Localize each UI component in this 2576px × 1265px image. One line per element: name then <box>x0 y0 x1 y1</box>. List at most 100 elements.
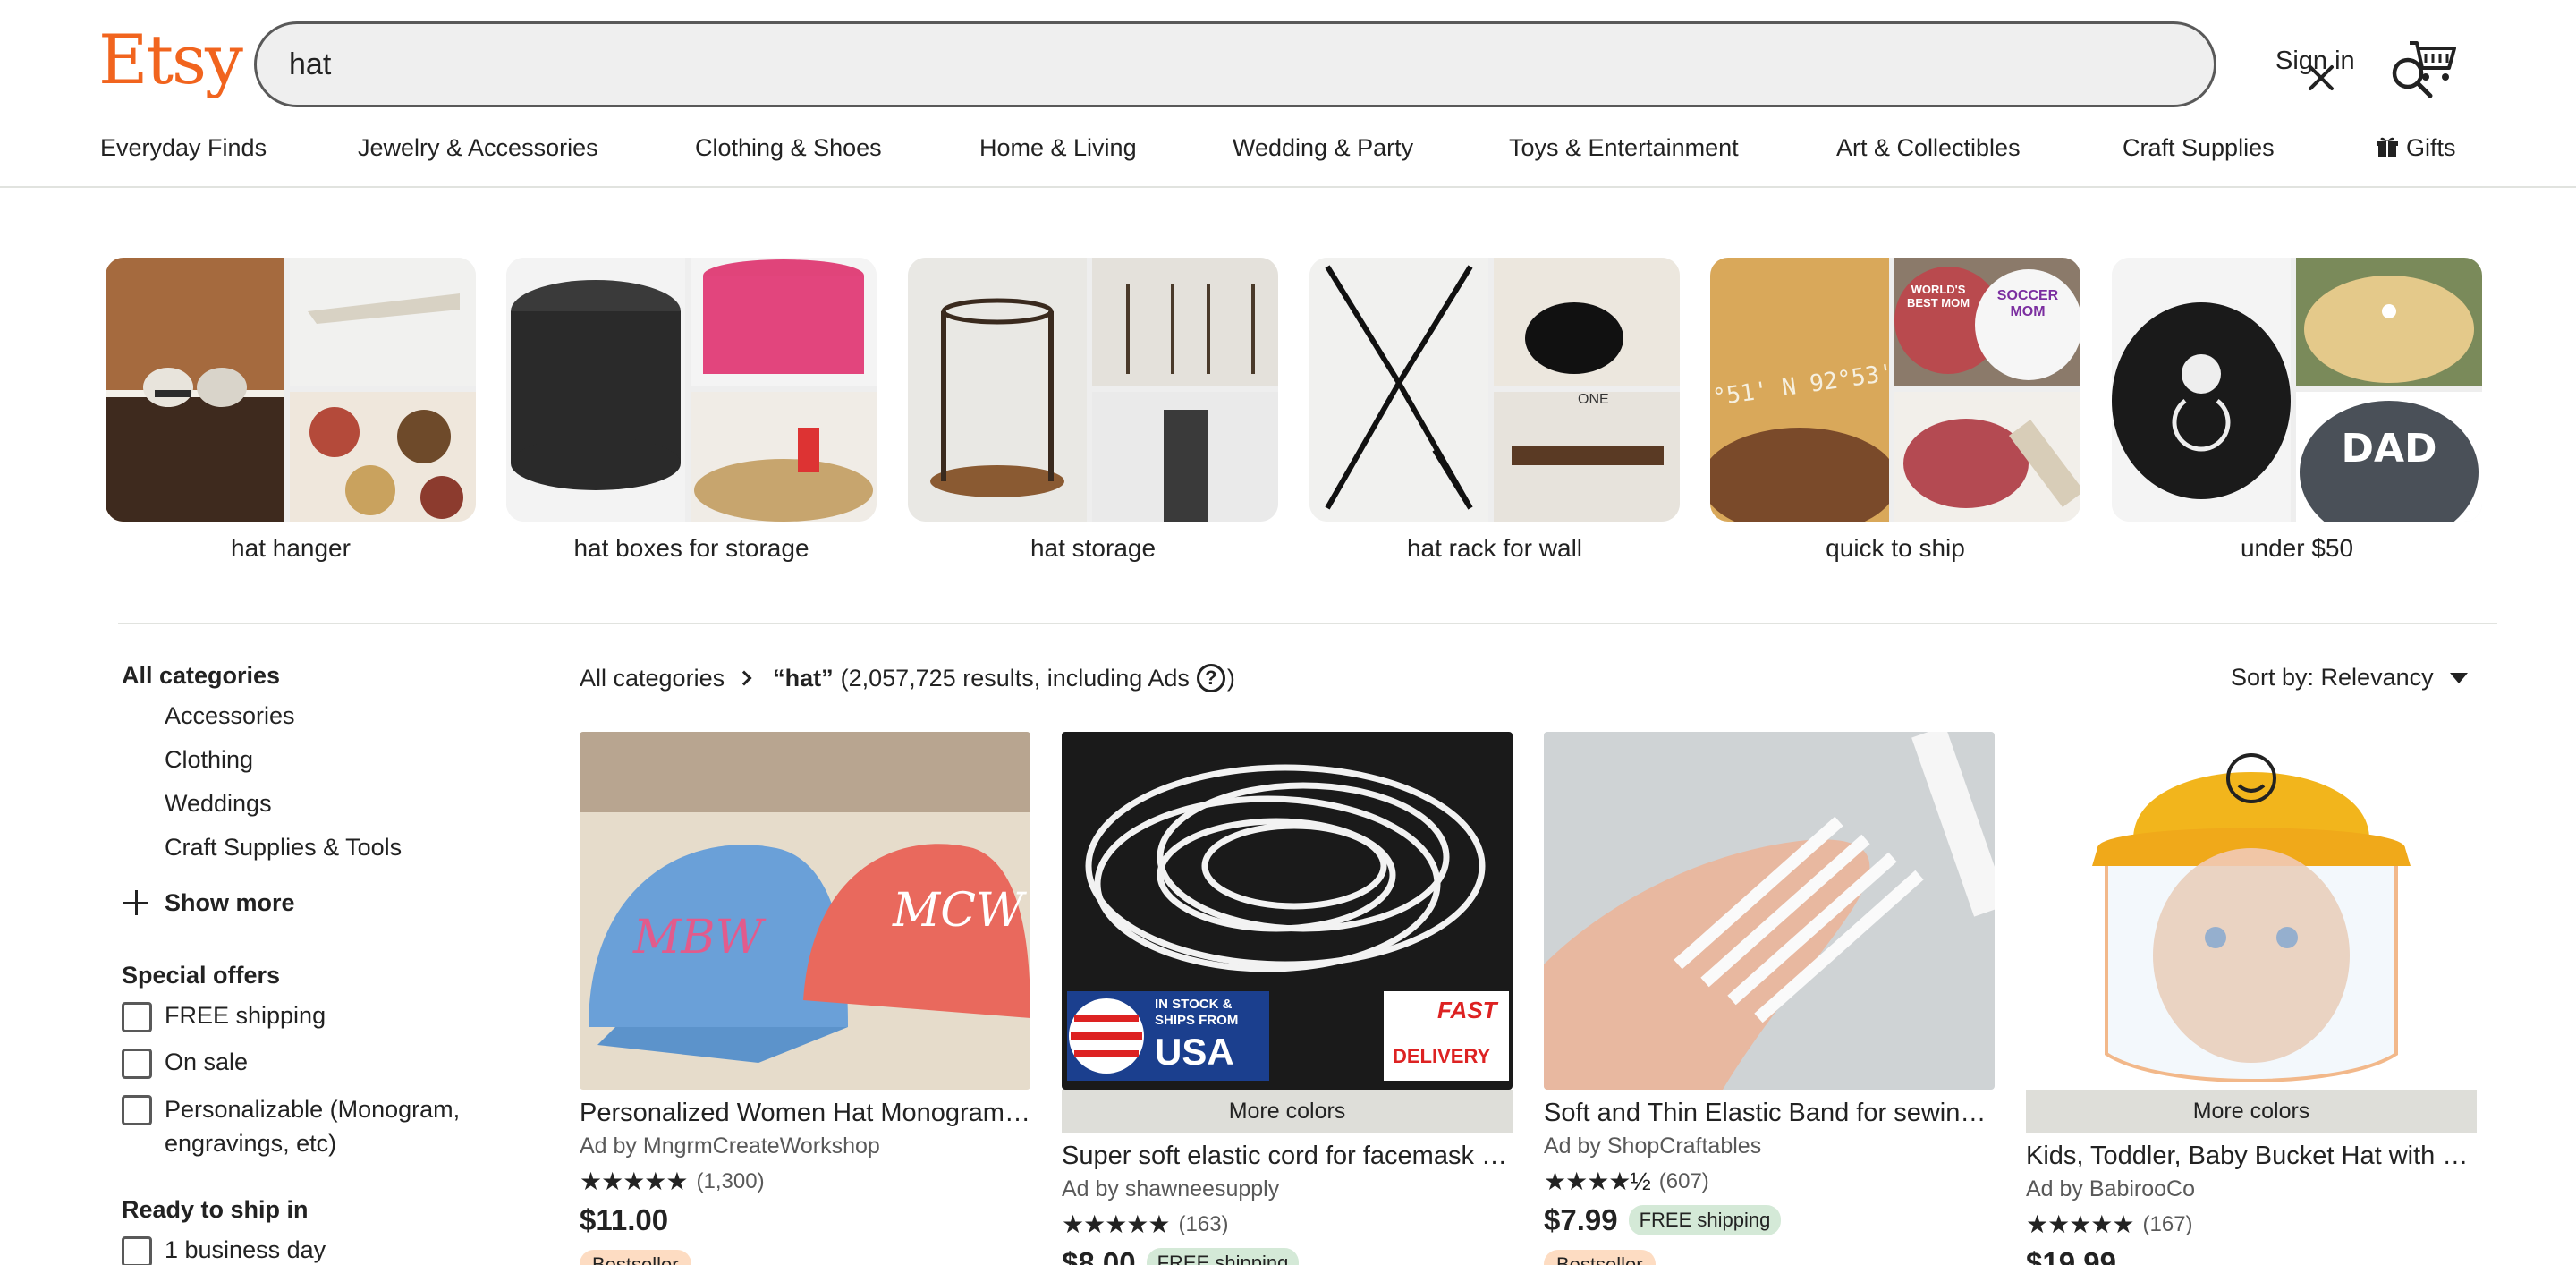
listing-card[interactable]: Soft and Thin Elastic Band for sewing fa… <box>1544 732 1995 1265</box>
listing-image[interactable] <box>1544 732 1995 1090</box>
listing-rating: ★★★★★ (1,300) <box>580 1167 1030 1196</box>
more-colors-label[interactable]: More colors <box>1062 1090 1513 1133</box>
nav-jewelry-accessories[interactable]: Jewelry & Accessories <box>358 134 598 162</box>
listing-title[interactable]: Soft and Thin Elastic Band for sewing fa… <box>1544 1099 1995 1128</box>
section-divider <box>118 623 2497 624</box>
tile-hat-rack[interactable]: ONE hat rack for wall <box>1309 258 1680 563</box>
cap-monogram-white: MCW <box>893 884 1024 938</box>
ready-to-ship-heading: Ready to ship in <box>122 1196 309 1223</box>
review-count: (167) <box>2142 1211 2193 1236</box>
listing-card[interactable]: IN STOCK & SHIPS FROM USA FAST DELIVERY … <box>1062 732 1513 1265</box>
nav-wedding-party[interactable]: Wedding & Party <box>1233 134 1413 162</box>
etsy-logo[interactable]: Etsy <box>98 20 243 99</box>
filter-personalizable[interactable]: Personalizable (Monogram, engravings, et… <box>122 1095 542 1160</box>
tile-hat-boxes[interactable]: hat boxes for storage <box>506 258 877 563</box>
cap-rack-photo <box>1494 258 1680 386</box>
nav-everyday-finds[interactable]: Everyday Finds <box>100 134 267 162</box>
more-colors-label[interactable]: More colors <box>2026 1090 2477 1133</box>
related-searches: hat hanger hat boxes for storage hat sto… <box>0 258 2576 580</box>
bestseller-badge: Bestseller <box>1544 1250 1656 1265</box>
mom-caps-photo <box>1894 258 2080 386</box>
star-rating-icon: ★★★★★ <box>2026 1210 2135 1238</box>
nav-toys-entertainment[interactable]: Toys & Entertainment <box>1509 134 1739 162</box>
sort-label: Sort by: Relevancy <box>2231 664 2434 691</box>
ponytail-cap-photo <box>1894 392 2080 522</box>
chevron-right-icon <box>736 670 752 686</box>
review-count: (163) <box>1178 1211 1229 1236</box>
nav-home-living[interactable]: Home & Living <box>979 134 1137 162</box>
mom-cap-text: WORLD'S BEST MOM <box>1906 283 1970 310</box>
sort-dropdown[interactable]: Sort by: Relevancy <box>2231 664 2468 692</box>
filter-label: FREE shipping <box>165 1002 326 1029</box>
cart-icon[interactable] <box>2408 38 2458 84</box>
box-label-text: ONE <box>1578 392 1609 407</box>
search-input[interactable]: hat <box>289 47 331 82</box>
listing-title[interactable]: Kids, Toddler, Baby Bucket Hat with Face… <box>2026 1142 2477 1171</box>
nav-craft-supplies[interactable]: Craft Supplies <box>2123 134 2275 162</box>
wall-hats-photo <box>290 392 476 522</box>
listing-seller: Ad by BabirooCo <box>2026 1176 2196 1201</box>
filter-on-sale[interactable]: On sale <box>122 1049 542 1079</box>
listing-image[interactable]: MBW MCW <box>580 732 1030 1090</box>
checkbox[interactable] <box>122 1002 152 1032</box>
fast-text: FAST <box>1437 997 1497 1023</box>
category-clothing[interactable]: Clothing <box>122 746 542 774</box>
listing-card[interactable]: More colors Kids, Toddler, Baby Bucket H… <box>2026 732 2477 1265</box>
search-bar[interactable]: hat <box>254 21 2433 107</box>
checkbox[interactable] <box>122 1049 152 1079</box>
show-more-button[interactable]: Show more <box>122 888 542 917</box>
bestseller-badge: Bestseller <box>580 1250 691 1265</box>
review-count: (1,300) <box>696 1168 765 1193</box>
filter-free-shipping[interactable]: FREE shipping <box>122 1002 542 1032</box>
nav-gifts[interactable]: Gifts <box>2376 134 2456 162</box>
gift-icon <box>2377 137 2398 157</box>
nav-art-collectibles[interactable]: Art & Collectibles <box>1836 134 2021 162</box>
listing-price: $7.99 <box>1544 1203 1618 1236</box>
tile-hat-storage[interactable]: hat storage <box>908 258 1278 563</box>
tile-quick-to-ship[interactable]: °51' N 92°53' WORLD'S BEST MOM SOCCER MO… <box>1710 258 2080 563</box>
filter-label: 1 business day <box>165 1236 326 1263</box>
tile-hat-hanger[interactable]: hat hanger <box>106 258 476 563</box>
nav-clothing-shoes[interactable]: Clothing & Shoes <box>695 134 882 162</box>
listing-rating: ★★★★½ (607) <box>1544 1167 1995 1196</box>
tile-image-collage <box>908 258 1278 522</box>
category-accessories[interactable]: Accessories <box>122 702 542 730</box>
listing-price: $19.99 <box>2026 1246 2116 1265</box>
search-query: “hat” <box>773 664 834 692</box>
tile-under-50[interactable]: DAD under $50 <box>2112 258 2482 563</box>
sign-in-link[interactable]: Sign in <box>2275 47 2355 76</box>
listing-image[interactable]: IN STOCK & SHIPS FROM USA FAST DELIVERY <box>1062 732 1513 1090</box>
free-shipping-badge: FREE shipping <box>1146 1248 1300 1265</box>
checkbox[interactable] <box>122 1236 152 1265</box>
tan-cap-photo <box>2296 258 2482 386</box>
results-count: (2,057,725 results, including Ads <box>840 664 1190 692</box>
checkbox[interactable] <box>122 1095 152 1125</box>
wood-rack-photo <box>1494 392 1680 522</box>
listing-title[interactable]: Super soft elastic cord for facemask mak… <box>1062 1142 1513 1171</box>
tile-image-collage <box>106 258 476 522</box>
plus-icon <box>122 888 150 917</box>
breadcrumb-all-categories[interactable]: All categories <box>580 665 724 692</box>
show-more-label: Show more <box>165 888 295 916</box>
breadcrumb: All categories “hat” (2,057,725 results,… <box>580 664 1235 692</box>
hat-stack-photo <box>1092 392 1278 522</box>
special-offers-heading: Special offers <box>122 962 281 989</box>
category-weddings[interactable]: Weddings <box>122 790 542 818</box>
category-craft-supplies[interactable]: Craft Supplies & Tools <box>122 834 542 862</box>
listing-card[interactable]: MBW MCW Personalized Women Hat Monogram … <box>580 732 1030 1265</box>
soccer-cap-text: SOCCER MOM <box>1996 288 2059 319</box>
accordion-rack-photo <box>1309 258 1488 522</box>
help-icon[interactable]: ? <box>1196 664 1225 692</box>
listing-title[interactable]: Personalized Women Hat Monogram Baseball… <box>580 1099 1030 1128</box>
free-shipping-badge: FREE shipping <box>1628 1205 1782 1235</box>
all-categories-heading[interactable]: All categories <box>122 662 542 690</box>
black-hat-box-photo <box>506 258 685 522</box>
tile-image-collage: °51' N 92°53' WORLD'S BEST MOM SOCCER MO… <box>1710 258 2080 522</box>
filter-1-business-day[interactable]: 1 business day <box>122 1236 542 1265</box>
clear-hat-box-photo <box>691 392 877 522</box>
filters-sidebar: All categories Accessories Clothing Wedd… <box>122 662 542 1265</box>
tile-label: hat boxes for storage <box>573 534 809 562</box>
listing-image[interactable] <box>2026 732 2477 1090</box>
category-nav: Everyday Finds Jewelry & Accessories Clo… <box>0 134 2576 170</box>
wood-stand-photo <box>1092 258 1278 386</box>
